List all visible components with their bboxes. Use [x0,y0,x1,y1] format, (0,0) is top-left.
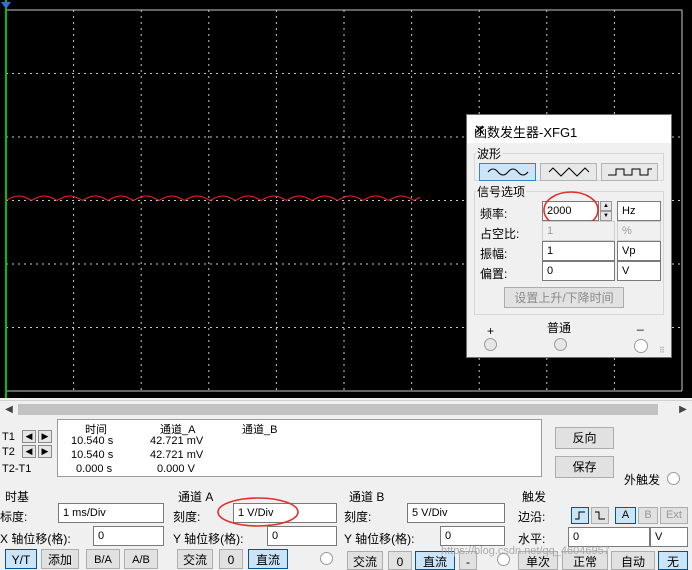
trigger-source-ext-button[interactable]: Ext [660,507,688,524]
scroll-right-icon[interactable]: ▶ [676,402,690,417]
t1-channel-a: 42.721 mV [150,435,204,447]
offset-label: 偏置: [480,267,508,281]
t1-label: T1 [2,431,15,443]
plus-terminal-radio[interactable] [484,338,497,351]
offset-unit[interactable]: V [617,261,661,281]
common-terminal-label: 普通 [547,321,572,335]
x-position-field[interactable]: 0 [93,526,164,546]
freq-label: 频率: [480,207,508,221]
square-wave-icon[interactable] [601,163,658,181]
amplitude-label: 振幅: [480,247,508,261]
cursor-t1-marker[interactable] [1,2,11,9]
trigger-source-a-button[interactable]: A [615,507,636,524]
scroll-thumb[interactable] [18,404,658,415]
ab-button[interactable]: A/B [124,549,158,569]
channel-b-scale-field[interactable]: 5 V/Div [407,503,505,523]
save-button[interactable]: 保存 [555,456,614,478]
resize-grip-icon[interactable]: ⠿ [659,346,665,355]
rising-edge-icon[interactable] [571,507,589,524]
channel-a-dc-button[interactable]: 直流 [248,549,288,569]
duty-label: 占空比: [480,227,520,241]
minus-terminal-radio[interactable] [634,339,648,353]
t2-time: 10.540 s [71,449,114,461]
t1-time: 10.540 s [71,435,114,447]
yt-button[interactable]: Y/T [5,549,37,569]
col-channel-b-header: 通道_B [242,424,278,436]
trigger-level-field[interactable]: 0 [568,527,650,547]
triangle-wave-icon[interactable] [540,163,597,181]
x-position-label: X 轴位移(格): [0,532,71,546]
ext-trigger-label: 外触发 [624,473,661,487]
channel-b-zero-button[interactable]: 0 [388,551,412,570]
channel-b-title: 通道 B [349,490,385,504]
watermark: https://blog.csdn.net/qq_46046957 [441,545,610,557]
t2t1-time: 0.000 s [76,463,113,475]
channel-a-radio[interactable] [320,552,333,565]
channel-a-scale-label: 刻度: [173,510,201,524]
channel-a-zero-button[interactable]: 0 [219,549,243,569]
waveform-label: 波形 [476,145,503,162]
t1-right-arrow-icon[interactable]: ▶ [38,430,52,443]
channel-a-ypos-label: Y 轴位移(格): [173,532,244,546]
reverse-button[interactable]: 反向 [555,427,614,449]
channel-a-title: 通道 A [178,490,214,504]
trigger-source-b-button[interactable]: B [638,507,658,524]
t2-left-arrow-icon[interactable]: ◀ [22,445,36,458]
plus-terminal-label: + [487,324,495,338]
cursor-readout-table: 时间 通道_A 通道_B 10.540 s 42.721 mV 10.540 s… [57,419,542,477]
duty-unit[interactable]: % [617,221,661,241]
signal-options-label: 信号选项 [476,183,527,200]
dialog-titlebar[interactable]: 函数发生器-XFG1 ✕ [467,115,671,143]
trigger-level-unit[interactable]: V [650,527,688,547]
t1-left-arrow-icon[interactable]: ◀ [22,430,36,443]
highlight-ellipse-channel-a [217,497,299,527]
channel-b-scale-label: 刻度: [344,510,372,524]
scroll-left-icon[interactable]: ◀ [2,402,16,417]
channel-b-ypos-label: Y 轴位移(格): [344,532,415,546]
sine-wave-icon[interactable] [479,163,536,181]
auto-button[interactable]: 自动 [611,551,655,570]
channel-b-ypos-field[interactable]: 0 [440,526,505,546]
trigger-title: 触发 [522,490,547,504]
scope-scrollbar[interactable]: ◀ ▶ [0,400,692,418]
amplitude-field[interactable]: 1 [542,241,615,261]
signal-trace [5,195,421,202]
function-generator-dialog[interactable]: 函数发生器-XFG1 ✕ 波形 信号选项 频率: 2000 ▲ ▼ Hz 占空比:… [466,114,672,358]
t2t1-channel-a: 0.000 V [157,463,195,475]
trigger-edge-label: 边沿: [518,510,546,524]
none-button[interactable]: 无 [658,551,688,570]
timebase-title: 时基 [5,490,30,504]
t2-right-arrow-icon[interactable]: ▶ [38,445,52,458]
channel-a-ac-button[interactable]: 交流 [177,549,213,569]
timebase-scale-label: 标度: [0,510,28,524]
timebase-scale-field[interactable]: 1 ms/Div [58,503,164,523]
amplitude-unit[interactable]: Vp [617,241,661,261]
t2-channel-a: 42.721 mV [150,449,204,461]
channel-a-ypos-field[interactable]: 0 [267,526,337,546]
offset-field[interactable]: 0 [542,261,615,281]
t2t1-label: T2-T1 [2,463,32,475]
add-button[interactable]: 添加 [41,549,79,569]
ext-trigger-radio[interactable] [667,472,680,485]
close-icon[interactable]: ✕ [474,122,659,138]
rise-fall-time-button[interactable]: 设置上升/下降时间 [504,287,624,308]
falling-edge-icon[interactable] [591,507,609,524]
freq-unit[interactable]: Hz [617,201,661,221]
minus-terminal-label: _ [637,317,644,331]
channel-b-ac-button[interactable]: 交流 [347,551,383,570]
duty-field[interactable]: 1 [542,221,615,241]
t2-label: T2 [2,446,15,458]
ba-button[interactable]: B/A [86,549,120,569]
common-terminal-radio[interactable] [554,338,567,351]
